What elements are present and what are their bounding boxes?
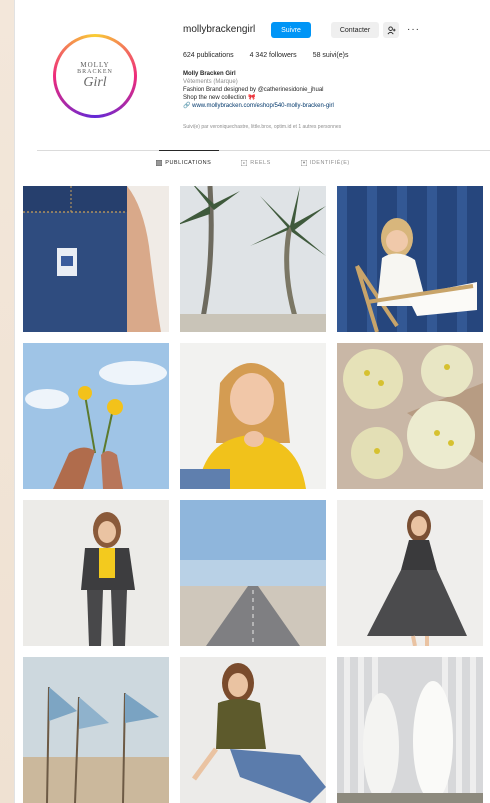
- post-palm-trees[interactable]: [180, 186, 326, 332]
- post-desert-road[interactable]: [180, 500, 326, 646]
- publications-count: 624 publications: [183, 52, 234, 59]
- username: mollybrackengirl: [183, 24, 256, 35]
- post-image: [337, 657, 483, 803]
- posts-grid: [23, 186, 483, 803]
- follow-button[interactable]: Suivre: [271, 22, 311, 38]
- active-tab-indicator: [159, 150, 219, 151]
- add-user-button[interactable]: [383, 22, 399, 38]
- post-denim-pocket-label[interactable]: [23, 186, 169, 332]
- post-image: [337, 186, 483, 332]
- post-hand-yellow-flowers[interactable]: [23, 343, 169, 489]
- grid-icon: [156, 160, 163, 166]
- profile-tabs: PUBLICATIONS REELS IDENTIFIÉ(E): [15, 160, 490, 166]
- tab-reels-label: REELS: [250, 160, 271, 166]
- avatar[interactable]: MOLLY BRACKEN Girl: [53, 34, 137, 118]
- post-image: [337, 343, 483, 489]
- add-user-icon: [387, 25, 396, 34]
- post-image: [180, 657, 326, 803]
- post-image: [180, 343, 326, 489]
- post-white-surfboards[interactable]: [337, 657, 483, 803]
- post-girl-floral-suit[interactable]: [23, 500, 169, 646]
- followers-count[interactable]: 4 342 followers: [250, 52, 297, 59]
- tab-publications[interactable]: PUBLICATIONS: [156, 160, 211, 166]
- tag-icon: [300, 160, 307, 166]
- bio-line-1: Fashion Brand designed by @catherinesido…: [183, 87, 324, 93]
- post-daisy-bouquets[interactable]: [337, 343, 483, 489]
- avatar-text-1: MOLLY: [80, 61, 110, 69]
- post-smiling-girl-yellow-top[interactable]: [180, 343, 326, 489]
- post-girl-floral-dress[interactable]: [337, 500, 483, 646]
- tab-tagged-label: IDENTIFIÉ(E): [309, 160, 350, 166]
- profile-page: MOLLY BRACKEN Girl mollybrackengirl Suiv…: [14, 0, 490, 803]
- post-image: [23, 657, 169, 803]
- bio-name: Molly Bracken Girl: [183, 71, 236, 77]
- bio-link[interactable]: 🔗 www.mollybracken.com/eshop/540-molly-b…: [183, 102, 483, 110]
- post-image: [23, 186, 169, 332]
- tab-divider: [37, 150, 490, 151]
- reels-icon: [241, 160, 248, 166]
- tab-reels[interactable]: REELS: [241, 160, 271, 166]
- tab-publications-label: PUBLICATIONS: [165, 160, 212, 166]
- post-image: [180, 186, 326, 332]
- link-icon: 🔗: [183, 103, 193, 109]
- post-beach-flags[interactable]: [23, 657, 169, 803]
- avatar-logo: MOLLY BRACKEN Girl: [56, 37, 134, 115]
- more-options-icon[interactable]: ···: [407, 24, 420, 35]
- avatar-text-3: Girl: [83, 75, 107, 90]
- post-girl-deck-chair[interactable]: [337, 186, 483, 332]
- followed-by[interactable]: Suivi(e) par veroniquechastre, little.br…: [183, 124, 341, 130]
- following-count[interactable]: 58 suivi(e)s: [313, 52, 349, 59]
- post-image: [23, 343, 169, 489]
- profile-bio: Molly Bracken Girl Vêtements (Marque) Fa…: [183, 70, 483, 110]
- post-image: [23, 500, 169, 646]
- bio-link-text: www.mollybracken.com/eshop/540-molly-bra…: [192, 103, 334, 109]
- contact-button[interactable]: Contacter: [331, 22, 379, 38]
- tab-tagged[interactable]: IDENTIFIÉ(E): [300, 160, 350, 166]
- profile-stats: 624 publications 4 342 followers 58 suiv…: [183, 52, 348, 59]
- post-image: [337, 500, 483, 646]
- post-image: [180, 500, 326, 646]
- bio-line-2: Shop the new collection 🎀: [183, 95, 256, 101]
- bio-category: Vêtements (Marque): [183, 79, 238, 85]
- post-girl-khaki-top-jeans[interactable]: [180, 657, 326, 803]
